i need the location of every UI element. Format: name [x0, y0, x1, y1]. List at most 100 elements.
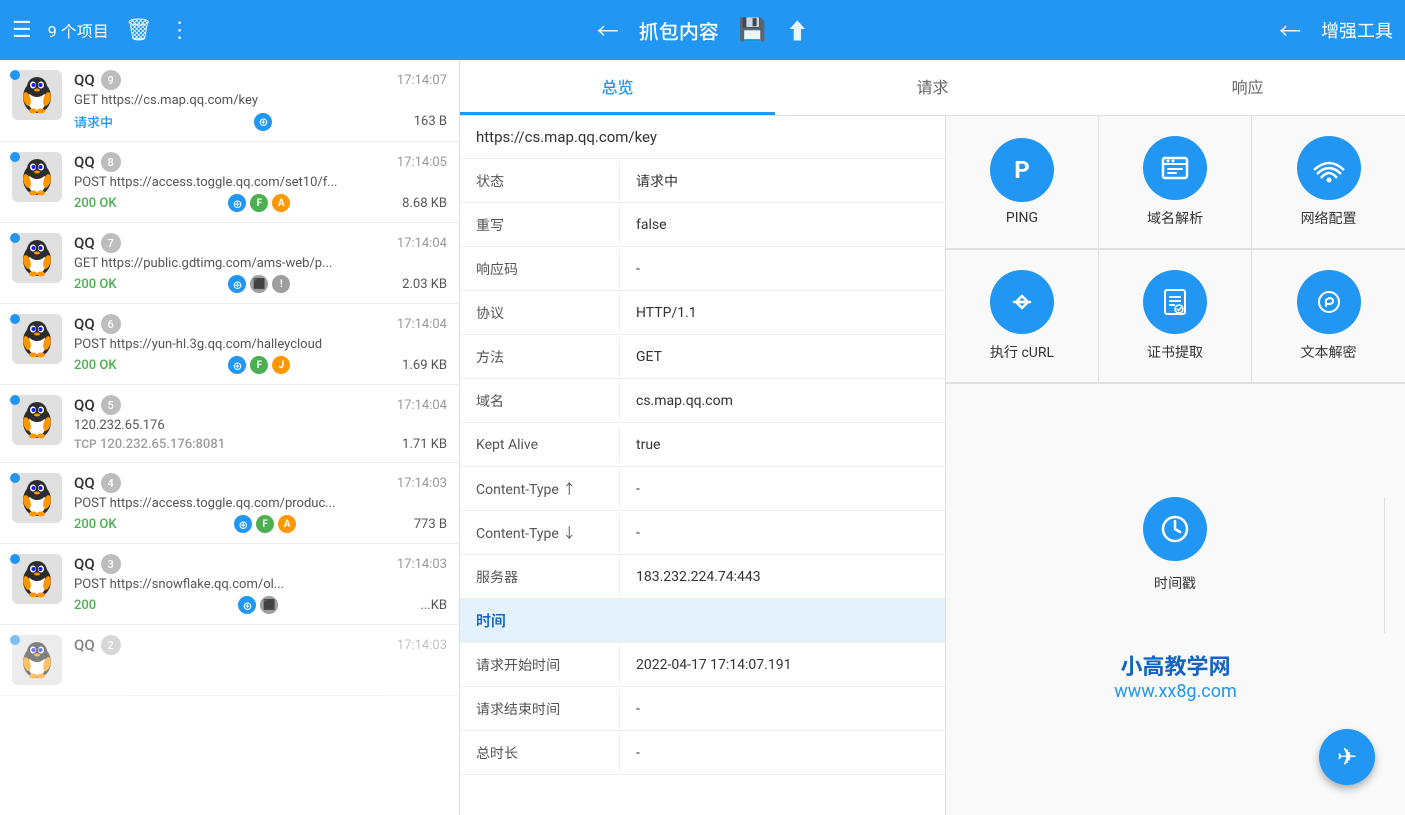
- icon-badge-2: ⬛: [250, 275, 268, 293]
- packet-info: QQ 8 17:14:05 POST https://access.toggle…: [74, 152, 447, 212]
- icon-badge-1: ⊕: [234, 515, 252, 533]
- icon-badge-1: ⊕: [228, 194, 246, 212]
- menu-icon[interactable]: ☰: [12, 18, 32, 43]
- list-item[interactable]: QQ 2 17:14:03: [0, 625, 459, 696]
- app-name: QQ: [74, 396, 95, 414]
- list-item[interactable]: QQ 8 17:14:05 POST https://access.toggle…: [0, 142, 459, 223]
- icon-badge-1: ⊕: [238, 596, 256, 614]
- list-item[interactable]: QQ 3 17:14:03 POST https://snowflake.qq.…: [0, 544, 459, 625]
- tool-network[interactable]: 网络配置: [1252, 116, 1405, 249]
- back-right-icon[interactable]: ←: [1279, 14, 1301, 46]
- toolbar-center: ← 抓包内容 💾 ⬆: [472, 14, 932, 46]
- packet-num: 7: [101, 233, 121, 253]
- tool-decode[interactable]: 文本解密: [1252, 250, 1405, 383]
- share-icon[interactable]: ⬆: [786, 14, 808, 46]
- packet-info: QQ 6 17:14:04 POST https://yun-hl.3g.qq.…: [74, 314, 447, 374]
- packet-count: 9 个项目: [48, 18, 109, 42]
- packet-info: QQ 3 17:14:03 POST https://snowflake.qq.…: [74, 554, 447, 614]
- packet-num: 6: [101, 314, 121, 334]
- packet-num: 8: [101, 152, 121, 172]
- icon-badge-compass: ⊕: [254, 113, 272, 131]
- detail-label: 总时长: [460, 733, 620, 773]
- icon-badge-1: ⊕: [228, 275, 246, 293]
- icon-badge-2: F: [250, 194, 268, 212]
- avatar: [12, 233, 62, 283]
- packet-time: 17:14:04: [397, 317, 447, 332]
- packet-status: TCP 120.232.65.176:8081: [74, 437, 225, 452]
- list-item[interactable]: QQ 5 17:14:04 120.232.65.176 TCP 120.232…: [0, 385, 459, 463]
- packet-status: 200: [74, 598, 96, 613]
- avatar: [12, 70, 62, 120]
- packet-status: 200 OK: [74, 358, 117, 373]
- decode-icon: [1297, 270, 1361, 334]
- tool-decode-label: 文本解密: [1301, 342, 1357, 362]
- icon-badge-1: ⊕: [228, 356, 246, 374]
- timestamp-icon[interactable]: [1143, 497, 1207, 561]
- icon-badge-3: A: [272, 194, 290, 212]
- avatar-img: [12, 152, 62, 202]
- tools-label: 增强工具: [1321, 17, 1393, 43]
- tool-cert[interactable]: 证书提取: [1099, 250, 1252, 383]
- avatar: [12, 554, 62, 604]
- save-icon[interactable]: 💾: [739, 18, 766, 43]
- status-dot: [10, 314, 20, 324]
- time-section-header: 时间: [460, 599, 945, 643]
- detail-row-total-time: 总时长 -: [460, 731, 945, 775]
- list-item[interactable]: QQ 6 17:14:04 POST https://yun-hl.3g.qq.…: [0, 304, 459, 385]
- packet-app: QQ 6: [74, 314, 121, 334]
- tab-request[interactable]: 请求: [775, 60, 1090, 115]
- detail-row-domain: 域名 cs.map.qq.com: [460, 379, 945, 423]
- detail-row-rewrite: 重写 false: [460, 203, 945, 247]
- packet-url: POST https://access.toggle.qq.com/produc…: [74, 496, 447, 511]
- detail-value: -: [620, 735, 945, 771]
- status-dot: [10, 395, 20, 405]
- tab-response[interactable]: 响应: [1090, 60, 1405, 115]
- delete-icon[interactable]: 🗑: [125, 18, 153, 43]
- more-icon[interactable]: ⋮: [169, 18, 191, 43]
- detail-label: 状态: [460, 161, 620, 201]
- packet-info: QQ 4 17:14:03 POST https://access.toggle…: [74, 473, 447, 533]
- packet-app: QQ 2: [74, 635, 121, 655]
- fab-button[interactable]: ✈: [1319, 729, 1375, 785]
- packet-icons: ⊕ F A: [228, 194, 290, 212]
- detail-label: 方法: [460, 337, 620, 377]
- avatar: [12, 395, 62, 445]
- detail-label: 响应码: [460, 249, 620, 289]
- avatar: [12, 635, 62, 685]
- detail-label: 重写: [460, 205, 620, 245]
- packet-status: 200 OK: [74, 196, 117, 211]
- detail-value: -: [620, 471, 945, 507]
- packet-time: 17:14:04: [397, 398, 447, 413]
- packet-header: QQ 4 17:14:03: [74, 473, 447, 493]
- back-left-icon[interactable]: ←: [597, 14, 619, 46]
- promo-brand: 小高教学网: [1114, 649, 1237, 681]
- tab-overview[interactable]: 总览: [460, 60, 775, 115]
- tool-ping-label: PING: [1006, 210, 1038, 226]
- status-dot: [10, 70, 20, 80]
- avatar-img: [12, 314, 62, 364]
- tool-curl-label: 执行 cURL: [990, 342, 1054, 362]
- list-item[interactable]: QQ 4 17:14:03 POST https://access.toggle…: [0, 463, 459, 544]
- packet-time: 17:14:03: [397, 557, 447, 572]
- packet-icons: ⊕: [254, 113, 272, 131]
- packet-info: QQ 2 17:14:03: [74, 635, 447, 658]
- packet-size: 2.03 KB: [402, 277, 447, 292]
- tool-curl[interactable]: 执行 cURL: [946, 250, 1099, 383]
- app-name: QQ: [74, 555, 95, 573]
- tool-dns[interactable]: 域名解析: [1099, 116, 1252, 249]
- detail-label: Content-Type ↑: [460, 469, 620, 509]
- packet-info: QQ 9 17:14:07 GET https://cs.map.qq.com/…: [74, 70, 447, 131]
- packet-url: POST https://yun-hl.3g.qq.com/halleyclou…: [74, 337, 447, 352]
- list-item[interactable]: QQ 9 17:14:07 GET https://cs.map.qq.com/…: [0, 60, 459, 142]
- packet-num: 9: [101, 70, 121, 90]
- dns-icon: [1143, 136, 1207, 200]
- icon-badge-3: !: [272, 275, 290, 293]
- detail-row-protocol: 协议 HTTP/1.1: [460, 291, 945, 335]
- tool-ping[interactable]: P PING: [946, 116, 1099, 249]
- list-item[interactable]: QQ 7 17:14:04 GET https://public.gdtimg.…: [0, 223, 459, 304]
- detail-value: 2022-04-17 17:14:07.191: [620, 647, 945, 683]
- packet-info: QQ 5 17:14:04 120.232.65.176 TCP 120.232…: [74, 395, 447, 452]
- fab-icon: ✈: [1337, 743, 1357, 771]
- packet-size: 773 B: [414, 517, 447, 532]
- tool-dns-label: 域名解析: [1147, 208, 1203, 228]
